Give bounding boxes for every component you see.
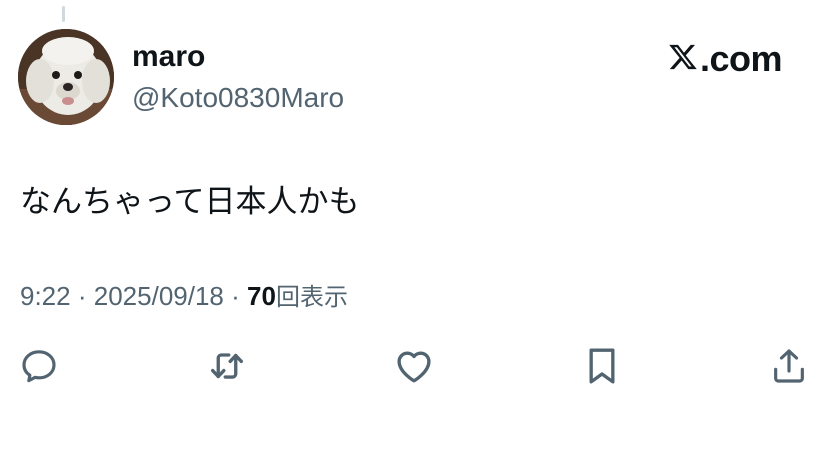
heart-icon (393, 345, 435, 387)
bookmark-icon (582, 346, 622, 386)
like-button[interactable] (392, 344, 436, 388)
tweet-meta: 9:22 · 2025/09/18 · 70回表示 (20, 278, 348, 315)
repost-button[interactable] (205, 344, 249, 388)
tweet-date[interactable]: 2025/09/18 (94, 281, 224, 311)
avatar[interactable] (18, 29, 114, 125)
tweet-time[interactable]: 9:22 (20, 281, 71, 311)
meta-separator: · (231, 281, 240, 311)
views-count[interactable]: 70 (247, 281, 276, 311)
x-logo-icon (668, 42, 698, 77)
share-button[interactable] (767, 344, 811, 388)
meta-separator: · (77, 281, 87, 311)
author-handle[interactable]: @Koto0830Maro (132, 80, 344, 116)
tweet-action-bar (0, 344, 828, 390)
views-label[interactable]: 回表示 (276, 283, 348, 311)
thread-connector-line (62, 6, 65, 22)
dog-avatar-icon (18, 29, 114, 125)
brand-watermark: .com (668, 38, 783, 80)
author-display-name[interactable]: maro (132, 38, 205, 76)
bookmark-button[interactable] (580, 344, 624, 388)
tweet-text: なんちゃって日本人かも (20, 184, 360, 220)
brand-domain-text: .com (699, 38, 783, 79)
repost-icon (206, 345, 248, 387)
comment-icon (19, 346, 59, 386)
reply-button[interactable] (17, 344, 61, 388)
share-icon (769, 346, 809, 386)
